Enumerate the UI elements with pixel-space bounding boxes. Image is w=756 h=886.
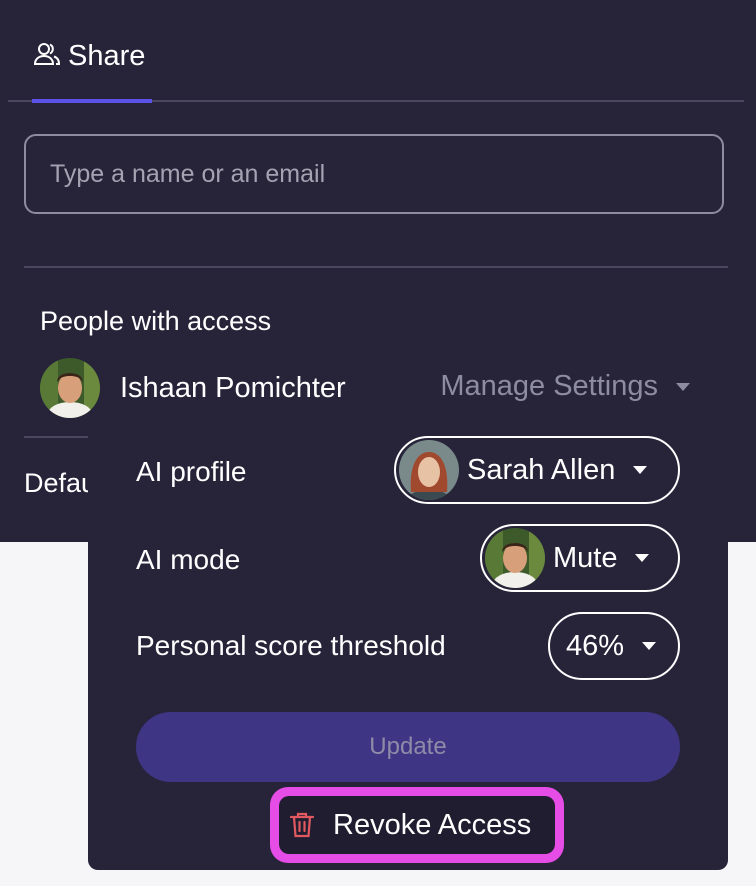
caret-down-icon bbox=[635, 554, 650, 562]
row-divider bbox=[24, 436, 94, 438]
person-name: Ishaan Pomichter bbox=[120, 371, 346, 404]
ai-profile-label: AI profile bbox=[136, 456, 247, 487]
manage-settings-label: Manage Settings bbox=[440, 370, 658, 402]
ai-profile-value: Sarah Allen bbox=[467, 453, 616, 486]
people-with-access-title: People with access bbox=[40, 306, 272, 336]
trash-icon bbox=[289, 812, 315, 838]
revoke-highlight: Revoke Access bbox=[270, 787, 564, 863]
threshold-value: 46% bbox=[566, 629, 625, 662]
caret-down-icon bbox=[633, 466, 648, 474]
ai-profile-select[interactable]: Sarah Allen bbox=[394, 436, 680, 504]
caret-down-icon bbox=[676, 382, 690, 391]
search-input[interactable] bbox=[24, 134, 724, 214]
ai-mode-label: AI mode bbox=[136, 544, 241, 575]
caret-down-icon bbox=[642, 642, 657, 650]
tab-active-indicator bbox=[32, 99, 152, 103]
section-divider bbox=[24, 266, 728, 268]
ai-mode-select[interactable]: Mute bbox=[480, 524, 680, 592]
tab-share[interactable]: Share bbox=[32, 38, 152, 102]
avatar bbox=[399, 440, 459, 500]
avatar bbox=[40, 358, 100, 418]
threshold-select[interactable]: 46% bbox=[548, 612, 680, 680]
manage-settings-dropdown[interactable]: Manage Settings bbox=[440, 370, 690, 403]
threshold-label: Personal score threshold bbox=[136, 630, 446, 661]
people-icon bbox=[33, 43, 61, 65]
ai-mode-value: Mute bbox=[553, 541, 618, 574]
update-button[interactable]: Update bbox=[136, 712, 680, 782]
person-row: Ishaan Pomichter Manage Settings bbox=[40, 356, 700, 420]
default-access-label: Default bbox=[24, 468, 88, 498]
avatar bbox=[485, 528, 545, 588]
revoke-access-button[interactable]: Revoke Access bbox=[279, 796, 555, 854]
revoke-access-label: Revoke Access bbox=[333, 808, 532, 841]
tab-share-label: Share bbox=[68, 40, 146, 72]
